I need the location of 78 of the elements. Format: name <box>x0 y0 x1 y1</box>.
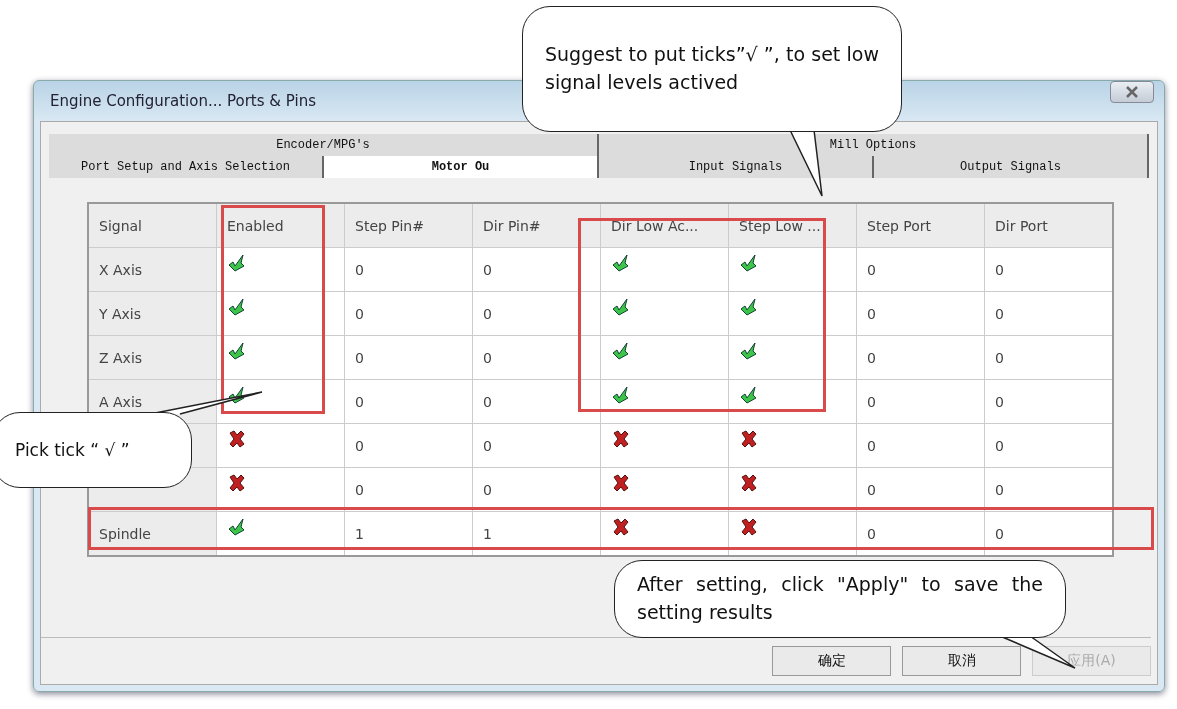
row-header-cell: Z Axis <box>88 335 217 380</box>
table-cell[interactable] <box>600 423 729 468</box>
table-cell: 0 <box>472 423 601 468</box>
row-header-cell: X Axis <box>88 247 217 292</box>
table-cell[interactable] <box>216 247 345 292</box>
table-cell[interactable] <box>600 291 729 336</box>
cross-icon[interactable] <box>227 428 247 449</box>
check-icon[interactable] <box>739 296 759 317</box>
cross-icon[interactable] <box>739 516 759 537</box>
table-cell: 0 <box>344 335 473 380</box>
check-icon[interactable] <box>739 252 759 273</box>
cross-icon[interactable] <box>739 472 759 493</box>
check-icon[interactable] <box>611 252 631 273</box>
tab[interactable]: Input Signals <box>599 156 874 178</box>
check-icon[interactable] <box>227 296 247 317</box>
table-cell[interactable] <box>216 423 345 468</box>
callout-pointer <box>789 129 823 197</box>
column-header[interactable]: Dir Port <box>984 203 1113 248</box>
cross-icon[interactable] <box>611 516 631 537</box>
table-cell: 0 <box>856 247 985 292</box>
column-header[interactable]: Signal <box>88 203 217 248</box>
table-cell[interactable] <box>728 467 857 512</box>
table-cell[interactable] <box>600 335 729 380</box>
column-header[interactable]: Step Low ... <box>728 203 857 248</box>
row-header-cell: Y Axis <box>88 291 217 336</box>
cross-icon[interactable] <box>611 428 631 449</box>
tab[interactable]: Motor Ou <box>324 156 599 178</box>
cross-icon[interactable] <box>227 472 247 493</box>
table-cell: 0 <box>472 335 601 380</box>
cross-icon[interactable] <box>611 472 631 493</box>
table-cell[interactable] <box>728 423 857 468</box>
table-cell: 0 <box>856 423 985 468</box>
tab[interactable]: Port Setup and Axis Selection <box>49 156 324 178</box>
table-cell: 0 <box>472 467 601 512</box>
window-title: Engine Configuration... Ports & Pins <box>50 92 316 110</box>
table-cell[interactable] <box>728 379 857 424</box>
table-cell[interactable] <box>600 467 729 512</box>
check-icon[interactable] <box>739 384 759 405</box>
tab[interactable]: Encoder/MPG's <box>49 134 599 156</box>
table-cell: 0 <box>344 423 473 468</box>
column-header[interactable]: Dir Pin# <box>472 203 601 248</box>
table-cell: 0 <box>472 247 601 292</box>
table-cell[interactable] <box>216 335 345 380</box>
table-cell[interactable] <box>728 247 857 292</box>
table-cell: 0 <box>472 379 601 424</box>
table-cell: 0 <box>344 247 473 292</box>
callout-note: Suggest to put ticks”√ ”, to set low signal levels actived <box>522 6 902 132</box>
table-cell: 0 <box>344 467 473 512</box>
table-cell[interactable] <box>728 335 857 380</box>
table-cell[interactable] <box>600 247 729 292</box>
column-header[interactable]: Dir Low Ac... <box>600 203 729 248</box>
table-cell[interactable] <box>216 467 345 512</box>
check-icon[interactable] <box>227 252 247 273</box>
tab[interactable]: Output Signals <box>874 156 1149 178</box>
table-cell: 0 <box>344 291 473 336</box>
check-icon[interactable] <box>227 340 247 361</box>
check-icon[interactable] <box>611 340 631 361</box>
table-cell: 0 <box>856 291 985 336</box>
column-header[interactable]: Step Port <box>856 203 985 248</box>
table-cell: 0 <box>856 379 985 424</box>
table-cell: 0 <box>344 379 473 424</box>
dialog-button[interactable]: 取消 <box>902 646 1021 676</box>
cross-icon[interactable] <box>739 428 759 449</box>
check-icon[interactable] <box>611 296 631 317</box>
column-header[interactable]: Step Pin# <box>344 203 473 248</box>
table-cell[interactable] <box>216 291 345 336</box>
table-cell: 0 <box>856 467 985 512</box>
table-cell: 0 <box>472 291 601 336</box>
check-icon[interactable] <box>611 384 631 405</box>
close-icon <box>1125 85 1139 99</box>
table-cell: 0 <box>856 335 985 380</box>
close-button[interactable] <box>1110 81 1154 103</box>
table-cell[interactable] <box>600 379 729 424</box>
check-icon[interactable] <box>739 340 759 361</box>
table-cell[interactable] <box>728 291 857 336</box>
tab[interactable]: Mill Options <box>599 134 1149 156</box>
check-icon[interactable] <box>227 516 247 537</box>
dialog-button[interactable]: 确定 <box>772 646 891 676</box>
